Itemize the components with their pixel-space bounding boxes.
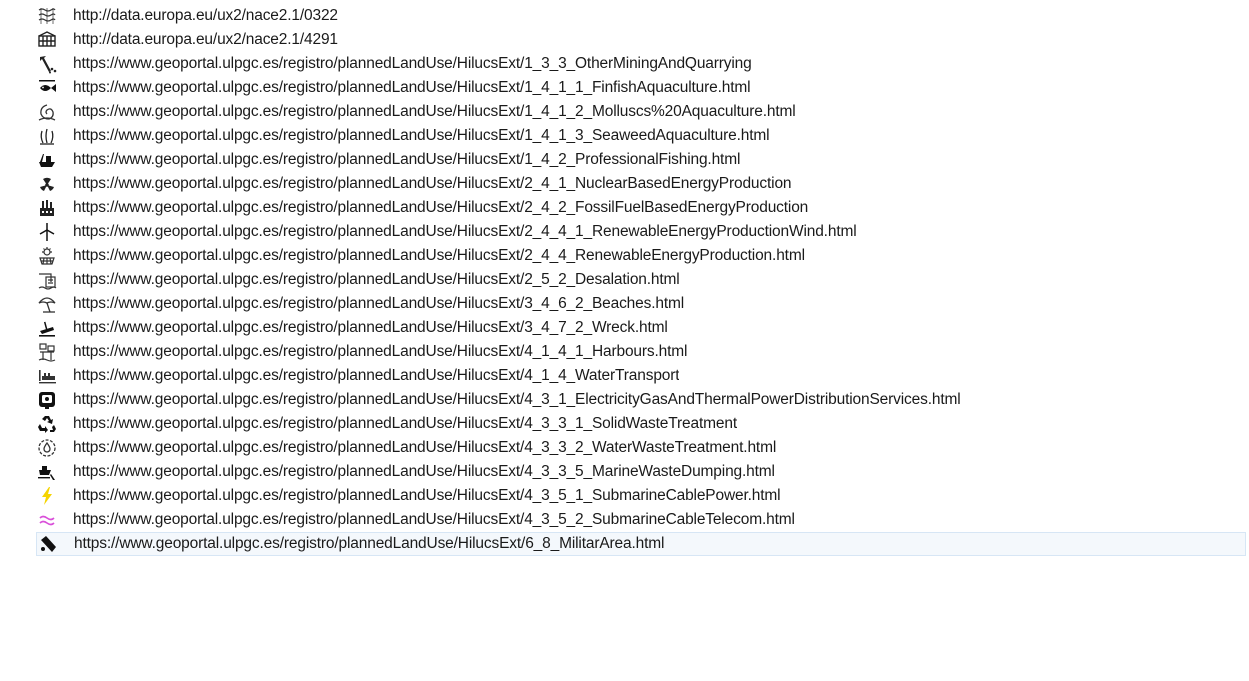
beach-umbrella-icon [36,293,58,315]
waste-dumping-icon [36,461,58,483]
list-item[interactable]: https://www.geoportal.ulpgc.es/registro/… [36,460,1246,484]
url-list: http://data.europa.eu/ux2/nace2.1/0322 h… [0,0,1249,681]
url-text: https://www.geoportal.ulpgc.es/registro/… [73,439,777,456]
list-item[interactable]: https://www.geoportal.ulpgc.es/registro/… [36,100,1246,124]
url-text: https://www.geoportal.ulpgc.es/registro/… [73,175,792,192]
factory-icon [36,197,58,219]
list-item[interactable]: http://data.europa.eu/ux2/nace2.1/0322 [36,4,1246,28]
url-text: https://www.geoportal.ulpgc.es/registro/… [73,127,770,144]
list-item[interactable]: https://www.geoportal.ulpgc.es/registro/… [36,196,1246,220]
crop-field-icon [36,5,58,27]
water-transport-icon [36,365,58,387]
list-item[interactable]: https://www.geoportal.ulpgc.es/registro/… [36,436,1246,460]
seaweed-icon [36,125,58,147]
list-item[interactable]: https://www.geoportal.ulpgc.es/registro/… [36,148,1246,172]
desalination-icon [36,269,58,291]
url-text: https://www.geoportal.ulpgc.es/registro/… [73,199,809,216]
url-text: https://www.geoportal.ulpgc.es/registro/… [73,319,668,336]
list-item[interactable]: https://www.geoportal.ulpgc.es/registro/… [36,412,1246,436]
water-treatment-icon [36,437,58,459]
list-item[interactable]: http://data.europa.eu/ux2/nace2.1/4291 [36,28,1246,52]
url-text: https://www.geoportal.ulpgc.es/registro/… [73,487,781,504]
url-text: https://www.geoportal.ulpgc.es/registro/… [73,511,795,528]
list-item[interactable]: https://www.geoportal.ulpgc.es/registro/… [36,268,1246,292]
harbour-icon [36,341,58,363]
url-text: https://www.geoportal.ulpgc.es/registro/… [74,535,665,552]
url-text: https://www.geoportal.ulpgc.es/registro/… [73,343,688,360]
fishing-boat-icon [36,149,58,171]
url-text: https://www.geoportal.ulpgc.es/registro/… [73,151,741,168]
list-item[interactable]: https://www.geoportal.ulpgc.es/registro/… [36,244,1246,268]
net-pen-icon [36,29,58,51]
renewable-energy-icon [36,245,58,267]
url-text: https://www.geoportal.ulpgc.es/registro/… [73,247,805,264]
list-item[interactable]: https://www.geoportal.ulpgc.es/registro/… [36,220,1246,244]
url-text: https://www.geoportal.ulpgc.es/registro/… [73,367,680,384]
wind-turbine-icon [36,221,58,243]
list-item[interactable]: https://www.geoportal.ulpgc.es/registro/… [36,292,1246,316]
shell-icon [36,101,58,123]
military-icon [37,533,59,555]
url-text: https://www.geoportal.ulpgc.es/registro/… [73,415,737,432]
url-text: https://www.geoportal.ulpgc.es/registro/… [73,463,775,480]
url-text: https://www.geoportal.ulpgc.es/registro/… [73,79,751,96]
list-item[interactable]: https://www.geoportal.ulpgc.es/registro/… [36,316,1246,340]
list-item[interactable]: https://www.geoportal.ulpgc.es/registro/… [36,172,1246,196]
list-item[interactable]: https://www.geoportal.ulpgc.es/registro/… [36,76,1246,100]
mining-pickaxe-icon [36,53,58,75]
url-text: https://www.geoportal.ulpgc.es/registro/… [73,271,680,288]
fish-icon [36,77,58,99]
list-item[interactable]: https://www.geoportal.ulpgc.es/registro/… [36,388,1246,412]
list-item-selected[interactable]: https://www.geoportal.ulpgc.es/registro/… [36,532,1246,556]
list-item[interactable]: https://www.geoportal.ulpgc.es/registro/… [36,364,1246,388]
list-item[interactable]: https://www.geoportal.ulpgc.es/registro/… [36,508,1246,532]
url-text: https://www.geoportal.ulpgc.es/registro/… [73,295,685,312]
url-text: https://www.geoportal.ulpgc.es/registro/… [73,103,796,120]
url-text: https://www.geoportal.ulpgc.es/registro/… [73,391,961,408]
url-text: http://data.europa.eu/ux2/nace2.1/4291 [73,31,338,48]
list-item[interactable]: https://www.geoportal.ulpgc.es/registro/… [36,124,1246,148]
recycle-icon [36,413,58,435]
lightning-icon [36,485,58,507]
list-item[interactable]: https://www.geoportal.ulpgc.es/registro/… [36,52,1246,76]
wreck-icon [36,317,58,339]
nuclear-icon [36,173,58,195]
telecom-wave-icon [36,509,58,531]
url-text: http://data.europa.eu/ux2/nace2.1/0322 [73,7,338,24]
power-distribution-icon [36,389,58,411]
url-text: https://www.geoportal.ulpgc.es/registro/… [73,55,752,72]
list-item[interactable]: https://www.geoportal.ulpgc.es/registro/… [36,340,1246,364]
url-text: https://www.geoportal.ulpgc.es/registro/… [73,223,857,240]
list-item[interactable]: https://www.geoportal.ulpgc.es/registro/… [36,484,1246,508]
